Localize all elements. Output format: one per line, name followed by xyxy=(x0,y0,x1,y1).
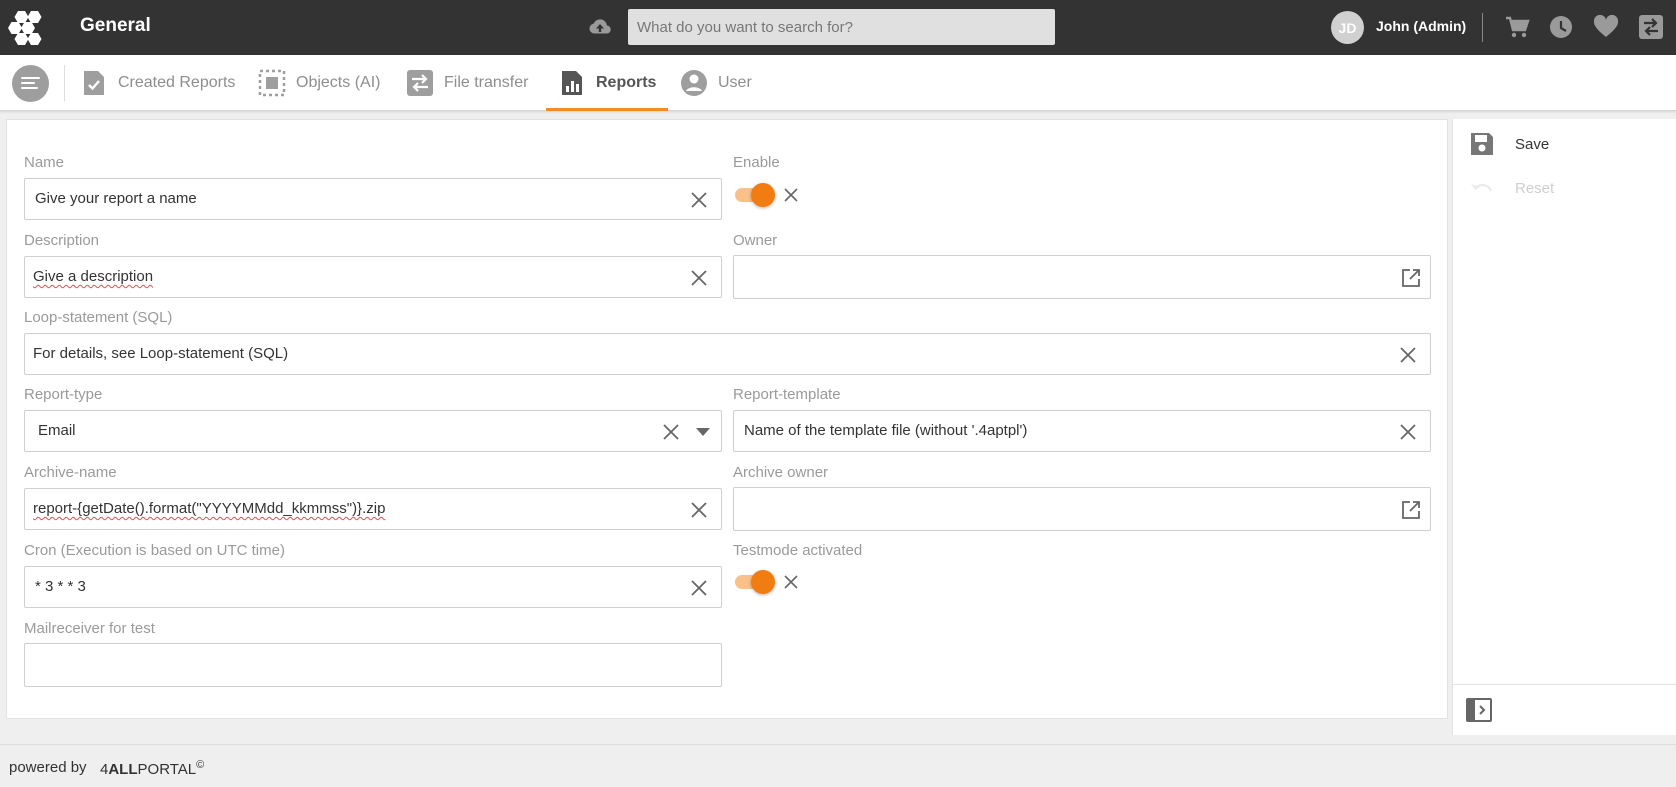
upload-icon[interactable] xyxy=(588,16,612,38)
save-icon xyxy=(1471,133,1493,155)
testmode-clear-icon[interactable] xyxy=(783,574,799,590)
topbar-divider xyxy=(1482,13,1483,42)
save-label: Save xyxy=(1515,135,1550,153)
loop-statement-field[interactable]: For details, see Loop-statement (SQL) xyxy=(24,333,1431,375)
nav-divider xyxy=(64,65,65,101)
clear-icon[interactable] xyxy=(689,268,709,288)
testmode-toggle[interactable] xyxy=(733,569,775,594)
objects-selection-icon xyxy=(258,69,286,97)
clear-icon[interactable] xyxy=(689,578,709,598)
search-input[interactable] xyxy=(628,9,1055,45)
clear-icon[interactable] xyxy=(689,190,709,210)
mailreceiver-field[interactable] xyxy=(24,643,722,687)
nav-bar: Created Reports Objects (AI) File transf… xyxy=(0,55,1676,111)
description-field[interactable]: Give a description xyxy=(24,256,722,298)
reset-label: Reset xyxy=(1515,179,1555,197)
cron-label: Cron (Execution is based on UTC time) xyxy=(24,542,285,559)
top-bar: General JD John (Admin) xyxy=(0,0,1676,55)
reports-chart-icon xyxy=(558,69,586,97)
enable-label: Enable xyxy=(733,154,780,171)
report-type-label: Report-type xyxy=(24,386,103,403)
enable-toggle[interactable] xyxy=(733,182,775,207)
tab-label: User xyxy=(718,74,752,91)
report-template-value: Name of the template file (without '.4ap… xyxy=(744,422,1028,439)
tab-label: Objects (AI) xyxy=(296,74,381,91)
archive-owner-label: Archive owner xyxy=(733,464,829,481)
loop-statement-label: Loop-statement (SQL) xyxy=(24,309,173,326)
description-label: Description xyxy=(24,232,100,249)
powered-by-text: powered by xyxy=(9,759,87,776)
cart-icon[interactable] xyxy=(1504,14,1530,40)
user-icon xyxy=(680,69,708,97)
tab-created-reports[interactable]: Created Reports xyxy=(80,55,235,111)
owner-label: Owner xyxy=(733,232,778,249)
cron-field[interactable]: * 3 * * 3 xyxy=(24,566,722,608)
clear-icon[interactable] xyxy=(1398,422,1418,442)
archive-owner-field[interactable] xyxy=(733,487,1431,531)
chevron-down-icon[interactable] xyxy=(696,428,710,436)
loop-statement-value: For details, see Loop-statement (SQL) xyxy=(33,345,289,362)
name-value: Give your report a name xyxy=(35,190,197,207)
report-template-field[interactable]: Name of the template file (without '.4ap… xyxy=(733,410,1431,452)
clear-icon[interactable] xyxy=(689,500,709,520)
enable-clear-icon[interactable] xyxy=(783,187,799,203)
reset-button[interactable]: Reset xyxy=(1469,175,1554,201)
report-type-select[interactable]: Email xyxy=(24,410,722,452)
archive-name-label: Archive-name xyxy=(24,464,117,481)
name-label: Name xyxy=(24,154,65,171)
open-external-icon[interactable] xyxy=(1401,268,1421,288)
tab-user[interactable]: User xyxy=(680,55,752,111)
tab-label: Created Reports xyxy=(118,74,236,91)
report-check-icon xyxy=(80,69,108,97)
tab-objects-ai[interactable]: Objects (AI) xyxy=(258,55,380,111)
swap-icon[interactable] xyxy=(1638,14,1664,40)
file-transfer-icon xyxy=(406,69,434,97)
owner-field[interactable] xyxy=(733,255,1431,299)
collapse-panel-icon[interactable] xyxy=(1465,696,1493,724)
undo-icon xyxy=(1471,183,1493,192)
app-title: General xyxy=(80,15,151,36)
user-name[interactable]: John (Admin) xyxy=(1376,18,1466,34)
menu-toggle-button[interactable] xyxy=(12,65,49,102)
heart-icon[interactable] xyxy=(1593,14,1619,40)
cron-value: * 3 * * 3 xyxy=(35,578,86,595)
archive-name-field[interactable]: report-{getDate().format("YYYYMMdd_kkmms… xyxy=(24,488,722,530)
avatar[interactable]: JD xyxy=(1331,11,1364,44)
report-type-value: Email xyxy=(38,422,76,439)
brand-name[interactable]: 4ALLPORTAL© xyxy=(100,759,204,778)
testmode-label: Testmode activated xyxy=(733,542,863,559)
archive-name-value: report-{getDate().format("YYYYMMdd_kkmms… xyxy=(33,500,386,517)
side-divider xyxy=(1453,684,1676,685)
open-external-icon[interactable] xyxy=(1401,500,1421,520)
app-logo-icon[interactable] xyxy=(8,10,48,46)
tab-label: File transfer xyxy=(444,74,529,91)
report-form: Name Give your report a name Enable Desc… xyxy=(6,119,1448,719)
report-template-label: Report-template xyxy=(733,386,841,403)
tab-reports[interactable]: Reports xyxy=(545,55,669,111)
tab-file-transfer[interactable]: File transfer xyxy=(406,55,528,111)
description-value: Give a description xyxy=(33,268,154,285)
footer: powered by 4ALLPORTAL© xyxy=(0,744,1676,787)
save-button[interactable]: Save xyxy=(1469,131,1549,157)
history-icon[interactable] xyxy=(1548,14,1574,40)
mailreceiver-label: Mailreceiver for test xyxy=(24,620,155,637)
actions-panel: Save Reset xyxy=(1452,119,1676,735)
clear-icon[interactable] xyxy=(661,422,681,442)
tab-label: Reports xyxy=(596,74,657,91)
name-field[interactable]: Give your report a name xyxy=(24,178,722,220)
clear-icon[interactable] xyxy=(1398,345,1418,365)
